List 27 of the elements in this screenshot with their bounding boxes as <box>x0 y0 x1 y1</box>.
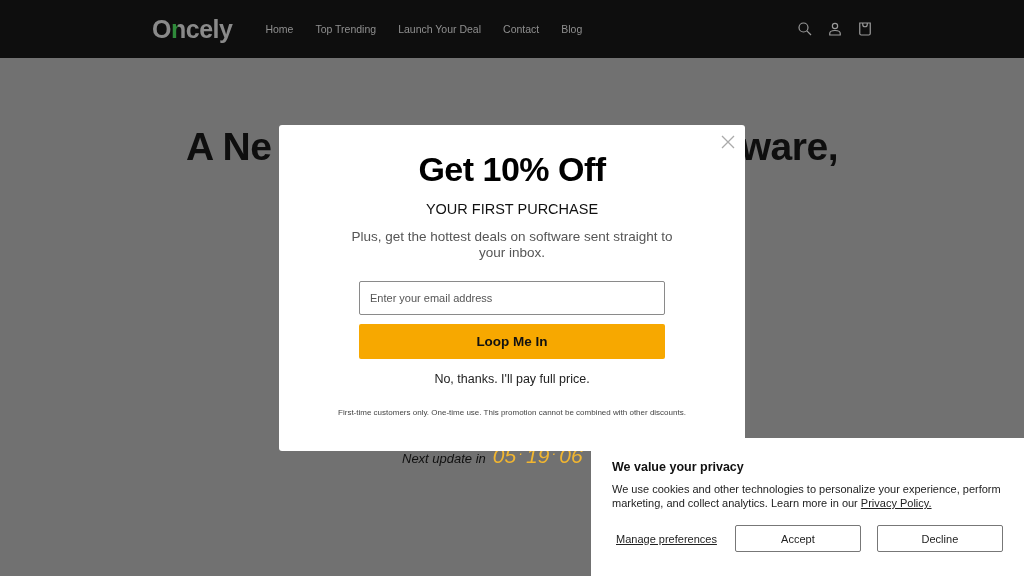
email-field[interactable]: Enter your email address <box>359 281 665 315</box>
popup-subtitle: YOUR FIRST PURCHASE <box>425 201 599 217</box>
timer-label: Next update in <box>402 451 486 466</box>
nav-link[interactable]: Contact <box>503 23 540 35</box>
manage-preferences-link[interactable]: Manage preferences <box>616 532 717 545</box>
timer-separator: : <box>552 442 557 458</box>
timer-separator: : <box>519 442 524 458</box>
cookie-button[interactable]: Decline <box>876 525 1003 552</box>
cookie-button[interactable]: Accept <box>734 525 861 552</box>
popup-text: Plus, get the hottest deals on software sent straight to your inbox. <box>350 229 674 261</box>
cart-icon[interactable] <box>856 20 874 38</box>
search-icon[interactable] <box>796 20 814 38</box>
submit-button[interactable]: Loop Me In <box>359 324 665 359</box>
fine-print: First-time customers only. One-time use. This promotion cannot be combined with other discounts. <box>338 408 686 417</box>
nav-link[interactable]: Home <box>265 23 294 35</box>
heading-text: A Ne <box>186 124 272 170</box>
popup-title: Get 10% Off <box>418 149 606 189</box>
decline-link[interactable]: No, thanks. I'll pay full price. <box>434 372 590 386</box>
heading-text: ware, <box>740 124 838 170</box>
cookie-title: We value your privacy <box>612 460 745 474</box>
account-icon[interactable] <box>826 20 844 38</box>
cookie-text: We use cookies and other technologies to personalize your experience, perform marketing, and collect analytics. Learn more in our Privacy Policy. <box>612 482 1002 510</box>
nav-link[interactable]: Blog <box>561 23 583 35</box>
privacy-link[interactable]: Privacy Policy. <box>860 497 932 509</box>
logo[interactable]: Oncely <box>152 14 233 44</box>
nav-link[interactable]: Launch Your Deal <box>398 23 482 35</box>
nav-link[interactable]: Top Trending <box>315 23 377 35</box>
